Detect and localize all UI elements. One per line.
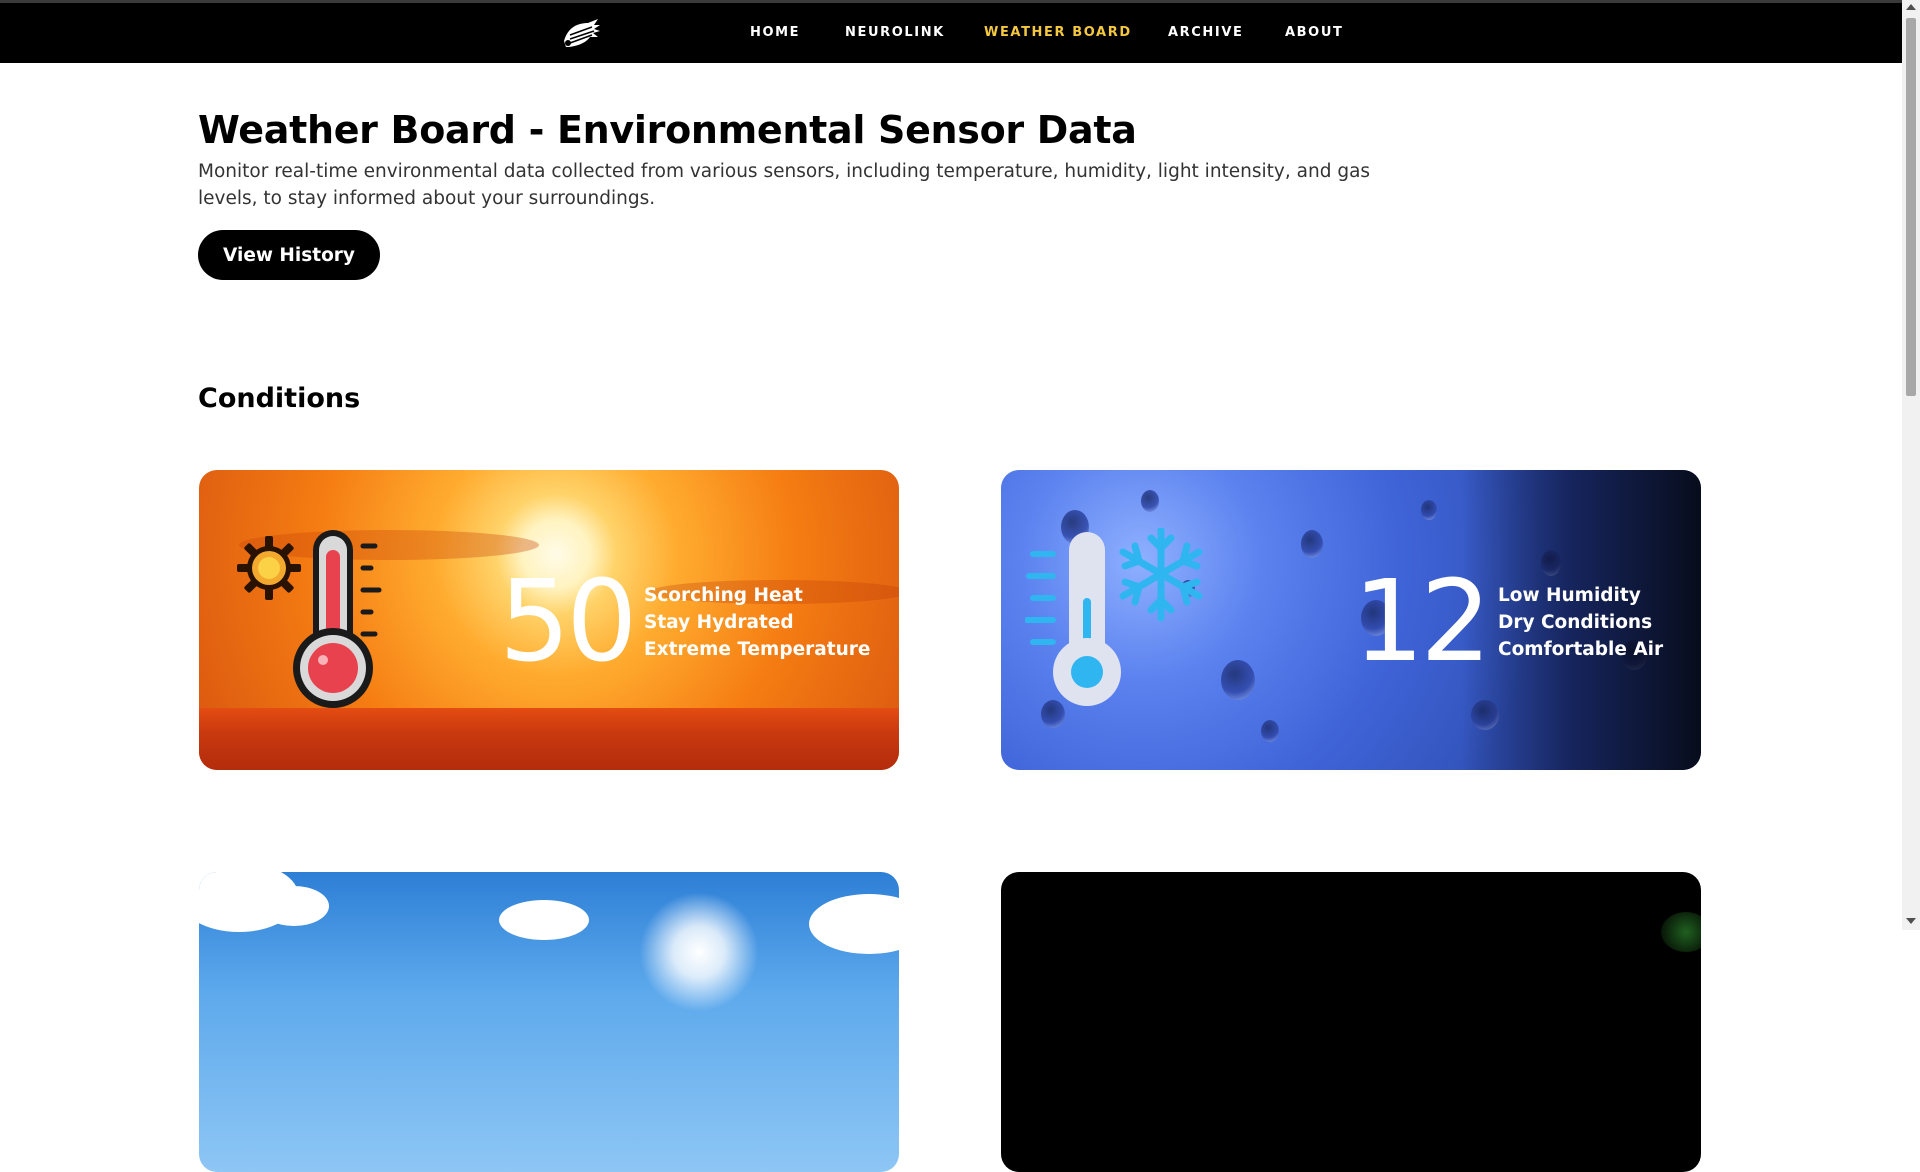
rain-drop (1421, 500, 1437, 520)
top-navbar: HOME NEUROLINK WEATHER BOARD ARCHIVE ABO… (0, 3, 1902, 63)
humidity-note-line: Low Humidity (1498, 585, 1641, 606)
nav-about[interactable]: ABOUT (1285, 25, 1343, 40)
nav-home[interactable]: HOME (750, 25, 800, 40)
temperature-note-line: Extreme Temperature (644, 639, 871, 660)
temperature-note-line: Scorching Heat (644, 585, 803, 606)
humidity-note-line: Comfortable Air (1498, 639, 1664, 660)
temperature-note-line: Stay Hydrated (644, 612, 794, 633)
condition-card-light[interactable] (199, 872, 899, 1172)
page-title: Weather Board - Environmental Sensor Dat… (198, 108, 1137, 152)
scrollbar-thumb[interactable] (1906, 18, 1916, 396)
temperature-value: 50 (499, 557, 638, 687)
rain-drop (1261, 720, 1279, 742)
background-cloud (259, 886, 329, 926)
nav-archive[interactable]: ARCHIVE (1168, 25, 1243, 40)
view-history-button[interactable]: View History (198, 230, 380, 280)
nav-neurolink[interactable]: NEUROLINK (845, 25, 945, 40)
sun-glow (639, 892, 759, 1012)
background-cloud (809, 894, 899, 954)
humidity-notes: Low Humidity Dry Conditions Comfortable … (1498, 582, 1663, 663)
rain-drop (1221, 660, 1255, 700)
bird-logo-icon[interactable] (558, 17, 602, 51)
scroll-up-arrow-icon[interactable] (1906, 4, 1916, 10)
conditions-heading: Conditions (198, 383, 361, 414)
background-sea (199, 708, 899, 770)
condition-card-humidity[interactable]: 12 Low Humidity Dry Conditions Comfortab… (1001, 470, 1701, 770)
humidity-value: 12 (1353, 557, 1492, 687)
rain-drop (1301, 530, 1323, 558)
scroll-down-arrow-icon[interactable] (1906, 918, 1916, 924)
thermometer-sun-icon (237, 528, 397, 715)
background-cloud (499, 900, 589, 940)
temperature-notes: Scorching Heat Stay Hydrated Extreme Tem… (644, 582, 870, 663)
thermometer-snowflake-icon (1024, 526, 1215, 715)
vertical-scrollbar[interactable] (1902, 0, 1920, 930)
humidity-note-line: Dry Conditions (1498, 612, 1653, 633)
nav-weather-board[interactable]: WEATHER BOARD (984, 25, 1132, 40)
condition-card-gas[interactable] (1001, 872, 1701, 1172)
page-description: Monitor real-time environmental data col… (198, 161, 1371, 209)
rain-drop (1141, 490, 1159, 512)
background-glow (1661, 912, 1701, 952)
condition-card-temperature[interactable]: 50 Scorching Heat Stay Hydrated Extreme … (199, 470, 899, 770)
